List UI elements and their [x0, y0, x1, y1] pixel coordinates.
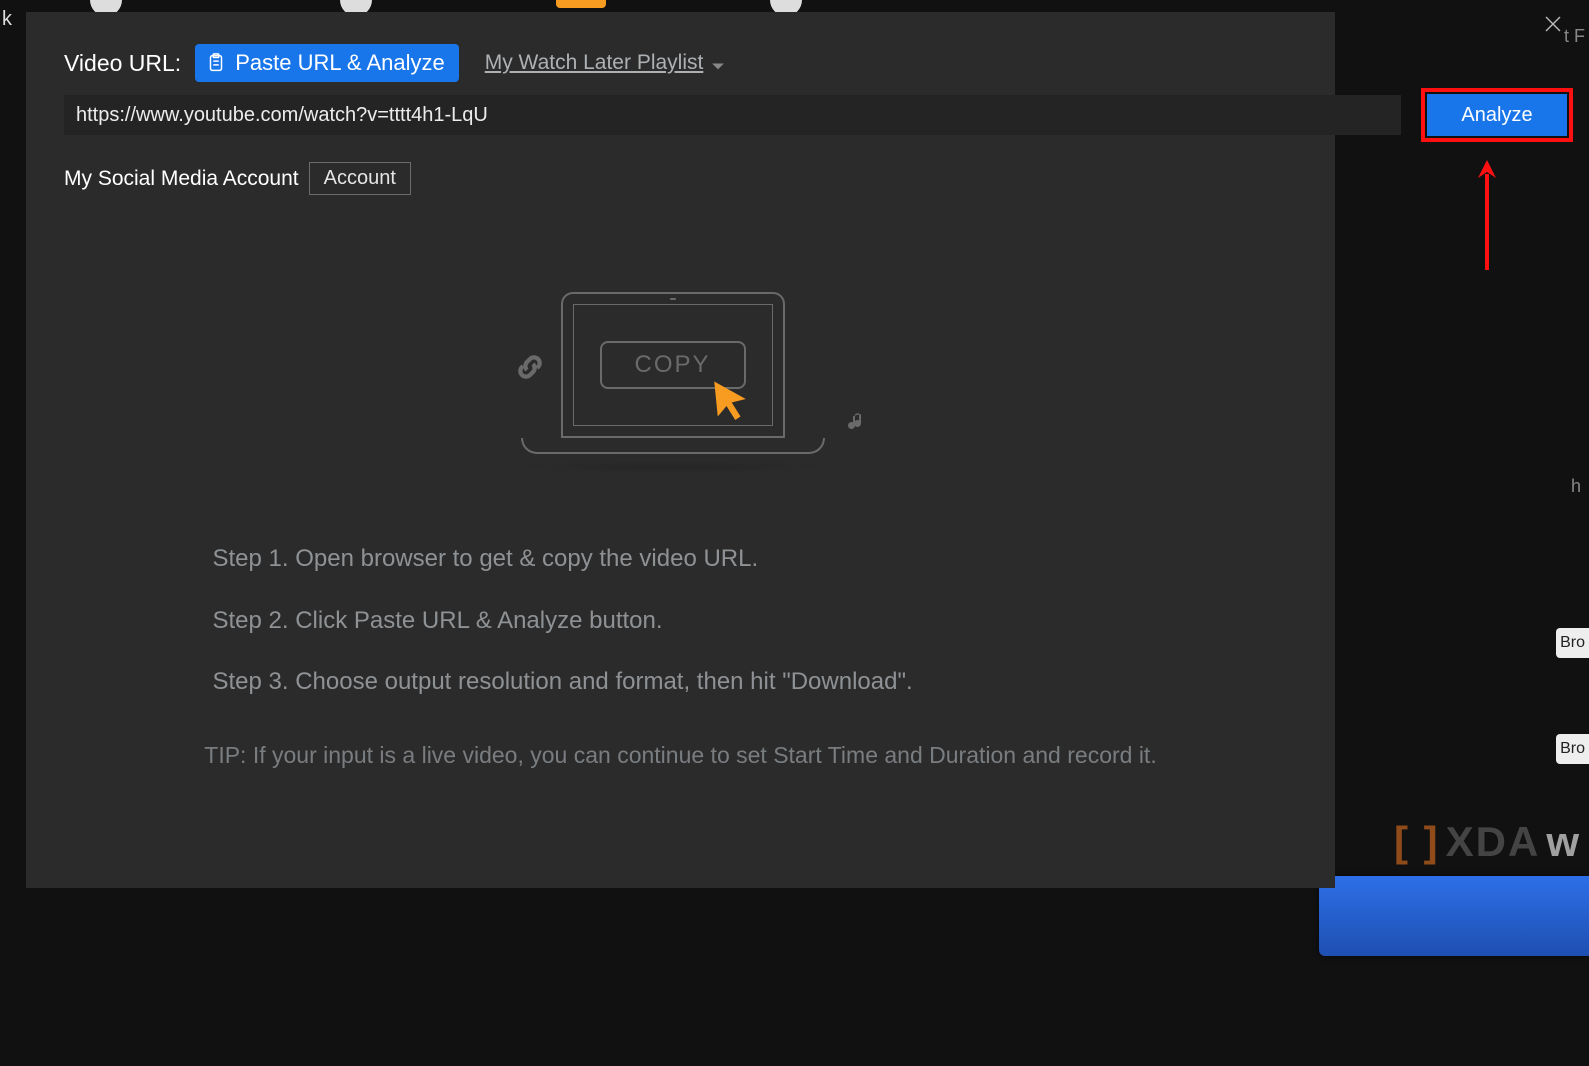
bg-browse-stub: Bro [1556, 628, 1589, 658]
step-1-text: Step 1. Open browser to get & copy the v… [213, 542, 1131, 576]
bg-text: k [2, 8, 12, 31]
social-account-row: My Social Media Account Account [64, 162, 411, 195]
analyze-button-highlight-wrap: Analyze [1427, 94, 1567, 136]
download-modal: k Video URL: Paste URL & Analyze My Watc… [26, 12, 1335, 888]
link-icon [505, 343, 553, 391]
clipboard-icon [205, 52, 227, 74]
step-2-text: Step 2. Click Paste URL & Analyze button… [213, 604, 1131, 638]
instruction-illustration: COPY [501, 292, 861, 492]
laptop-camera-icon [670, 298, 676, 300]
watch-later-label: My Watch Later Playlist [485, 51, 704, 75]
header-row: Video URL: Paste URL & Analyze My Watch … [64, 44, 725, 82]
laptop-base-icon [521, 438, 825, 454]
video-url-label: Video URL: [64, 50, 181, 77]
cursor-icon [709, 378, 751, 420]
social-account-label: My Social Media Account [64, 167, 299, 191]
tip-text: TIP: If your input is a live video, you … [131, 742, 1231, 769]
step-3-text: Step 3. Choose output resolution and for… [213, 665, 1131, 699]
paste-url-analyze-button[interactable]: Paste URL & Analyze [195, 44, 459, 82]
account-button[interactable]: Account [309, 162, 411, 195]
bg-orange-tab [556, 0, 606, 8]
chevron-down-icon [711, 56, 725, 70]
close-icon[interactable] [1539, 10, 1567, 38]
url-row: Analyze [64, 94, 1567, 136]
paste-button-label: Paste URL & Analyze [235, 50, 445, 76]
bg-text: h [1571, 476, 1581, 497]
analyze-button[interactable]: Analyze [1427, 94, 1567, 136]
instruction-steps: Step 1. Open browser to get & copy the v… [231, 542, 1131, 727]
video-url-input[interactable] [64, 95, 1401, 135]
bg-blue-panel [1319, 876, 1589, 956]
watch-later-playlist-link[interactable]: My Watch Later Playlist [485, 51, 726, 75]
xda-watermark: [ ]XDAw [1394, 818, 1581, 866]
music-note-icon [845, 410, 869, 434]
shadow [511, 460, 835, 474]
bg-text: t F [1564, 26, 1585, 47]
laptop-screen-icon: COPY [561, 292, 785, 438]
bg-browse-stub: Bro [1556, 734, 1589, 764]
